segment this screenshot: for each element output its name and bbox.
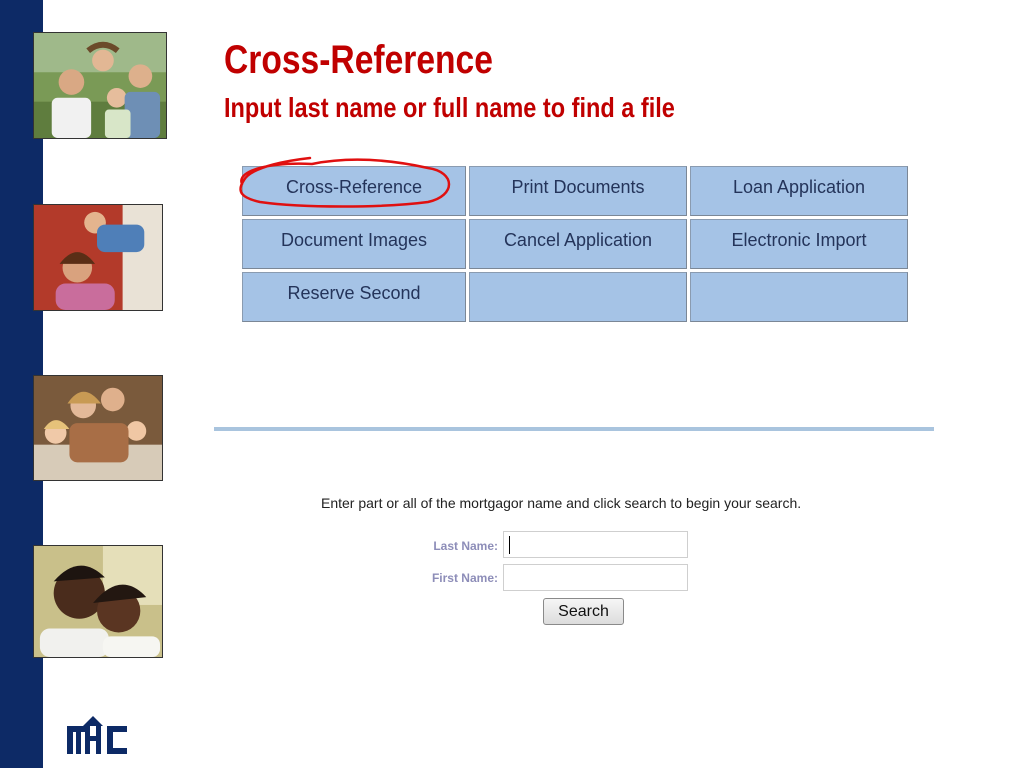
menu-empty-cell <box>469 272 687 322</box>
menu-loan-application-button[interactable]: Loan Application <box>690 166 908 216</box>
family-photo-icon <box>33 32 167 139</box>
page-subtitle: Input last name or full name to find a f… <box>224 92 675 123</box>
last-name-label: Last Name: <box>433 539 498 553</box>
menu-empty-cell <box>690 272 908 322</box>
parent-child-photo-icon <box>33 204 163 311</box>
first-name-input[interactable] <box>503 564 688 591</box>
last-name-input[interactable] <box>503 531 688 558</box>
text-caret <box>509 536 510 554</box>
menu-print-documents-button[interactable]: Print Documents <box>469 166 687 216</box>
search-button[interactable]: Search <box>543 598 624 625</box>
menu-cross-reference-button[interactable]: Cross-Reference <box>242 166 466 216</box>
mhc-logo-icon <box>67 714 129 754</box>
menu-reserve-second-button[interactable]: Reserve Second <box>242 272 466 322</box>
menu-electronic-import-button[interactable]: Electronic Import <box>690 219 908 269</box>
menu-grid: Cross-Reference Print Documents Loan App… <box>242 166 908 322</box>
menu-document-images-button[interactable]: Document Images <box>242 219 466 269</box>
search-instructions: Enter part or all of the mortgagor name … <box>321 495 802 511</box>
page-title: Cross-Reference <box>224 38 493 82</box>
section-divider <box>214 427 934 431</box>
menu-cancel-application-button[interactable]: Cancel Application <box>469 219 687 269</box>
couple-photo-icon <box>33 545 163 658</box>
family-couch-photo-icon <box>33 375 163 481</box>
first-name-label: First Name: <box>431 571 498 585</box>
